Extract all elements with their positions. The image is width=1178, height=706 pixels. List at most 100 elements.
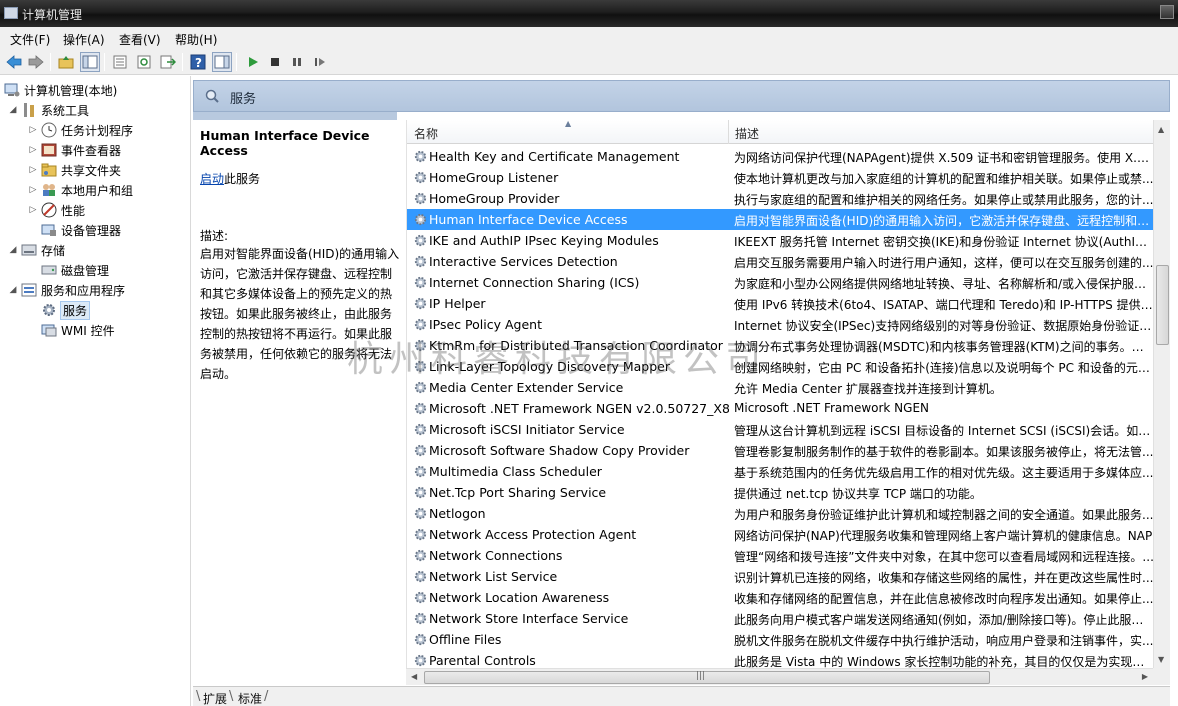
service-gear-icon	[413, 233, 428, 248]
service-description-cell: IKEEXT 服务托管 Internet 密钥交换(IKE)和身份验证 Inte…	[734, 235, 1154, 249]
table-row[interactable]: IP Helper 使用 IPv6 转换技术(6to4、ISATAP、端口代理和 …	[407, 293, 1154, 314]
collapsed-arrow-icon[interactable]: ▷	[28, 165, 38, 175]
help-icon[interactable]: ?	[188, 52, 208, 72]
service-gear-icon	[413, 380, 428, 395]
properties-icon[interactable]	[110, 52, 130, 72]
stop-service-icon[interactable]	[265, 52, 285, 72]
forward-icon[interactable]	[26, 52, 46, 72]
tab-extended[interactable]: 扩展	[203, 690, 227, 706]
tree-item-performance[interactable]: ▷ 性能	[28, 200, 85, 220]
table-row[interactable]: Human Interface Device Access 启用对智能界面设备(H…	[407, 209, 1154, 230]
expanded-arrow-icon[interactable]: ◢	[8, 105, 18, 115]
show-hide-action-pane-icon[interactable]	[212, 52, 232, 72]
service-description-cell: 为网络访问保护代理(NAPAgent)提供 X.509 证书和密钥管理服务。使用…	[734, 151, 1154, 165]
table-row[interactable]: Network Location Awareness 收集和存储网络的配置信息，并…	[407, 587, 1154, 608]
tree-item-shared-folders[interactable]: ▷ 共享文件夹	[28, 160, 121, 180]
table-row[interactable]: Net.Tcp Port Sharing Service 提供通过 net.tcp…	[407, 482, 1154, 503]
back-icon[interactable]	[4, 52, 24, 72]
window-control-icon[interactable]	[1160, 5, 1174, 19]
service-gear-icon	[413, 653, 428, 668]
table-row[interactable]: Media Center Extender Service 允许 Media Ce…	[407, 377, 1154, 398]
table-row[interactable]: Network Access Protection Agent 网络访问保护(NA…	[407, 524, 1154, 545]
menu-view[interactable]: 查看(V)	[119, 31, 161, 48]
service-name-cell: IPsec Policy Agent	[429, 317, 542, 332]
service-name-cell: KtmRm for Distributed Transaction Coordi…	[429, 338, 723, 353]
pause-service-icon[interactable]	[287, 52, 307, 72]
tree-item-disk-management[interactable]: 磁盘管理	[41, 260, 109, 280]
service-name-cell: Microsoft .NET Framework NGEN v2.0.50727…	[429, 401, 729, 416]
tree-item-system-tools[interactable]: ◢ 系统工具	[8, 100, 89, 120]
service-description-cell: 此服务向用户模式客户端发送网络通知(例如，添加/删除接口等)。停止此服务...	[734, 613, 1154, 627]
service-gear-icon	[413, 317, 428, 332]
horizontal-scrollbar[interactable]: ◀ ||| ▶	[406, 668, 1153, 685]
resume-service-icon[interactable]	[310, 52, 330, 72]
column-header-name[interactable]: 名称	[414, 125, 438, 142]
up-folder-icon[interactable]	[56, 52, 76, 72]
tree-item-local-users[interactable]: ▷ 本地用户和组	[28, 180, 133, 200]
scroll-down-icon[interactable]: ▼	[1158, 655, 1164, 664]
tree-item-root[interactable]: 计算机管理(本地)	[4, 80, 117, 100]
column-header-description[interactable]: 描述	[735, 125, 759, 142]
menu-action[interactable]: 操作(A)	[63, 31, 105, 48]
service-gear-icon	[413, 401, 428, 416]
show-hide-tree-icon[interactable]	[80, 52, 100, 72]
table-row[interactable]: Microsoft Software Shadow Copy Provider 管…	[407, 440, 1154, 461]
tree-item-services-and-apps[interactable]: ◢ 服务和应用程序	[8, 280, 125, 300]
table-row[interactable]: IKE and AuthIP IPsec Keying Modules IKEEX…	[407, 230, 1154, 251]
collapsed-arrow-icon[interactable]: ▷	[28, 185, 38, 195]
scroll-right-icon[interactable]: ▶	[1142, 672, 1148, 681]
expanded-arrow-icon[interactable]: ◢	[8, 245, 18, 255]
table-row[interactable]: Interactive Services Detection 启用交互服务需要用户…	[407, 251, 1154, 272]
service-gear-icon	[413, 632, 428, 647]
table-row[interactable]: Network Connections 管理“网络和拨号连接”文件夹中对象，在其中…	[407, 545, 1154, 566]
table-row[interactable]: Internet Connection Sharing (ICS) 为家庭和小型办…	[407, 272, 1154, 293]
start-service-icon[interactable]	[243, 52, 263, 72]
tree-item-storage[interactable]: ◢ 存储	[8, 240, 65, 260]
service-description-cell: 使本地计算机更改与加入家庭组的计算机的配置和维护相关联。如果停止或禁...	[734, 172, 1154, 186]
tree-item-task-scheduler[interactable]: ▷ 任务计划程序	[28, 120, 133, 140]
table-row[interactable]: HomeGroup Provider 执行与家庭组的配置和维护相关的网络任务。如果…	[407, 188, 1154, 209]
start-service-link[interactable]: 启动	[200, 172, 224, 186]
tree-item-wmi-control[interactable]: WMI 控件	[41, 320, 115, 340]
menu-file[interactable]: 文件(F)	[10, 31, 50, 48]
table-row[interactable]: Multimedia Class Scheduler 基于系统范围内的任务优先级启…	[407, 461, 1154, 482]
refresh-icon[interactable]	[134, 52, 154, 72]
collapsed-arrow-icon[interactable]: ▷	[28, 205, 38, 215]
tree-item-services[interactable]: 服务	[41, 300, 91, 320]
scroll-left-icon[interactable]: ◀	[411, 672, 417, 681]
computer-management-icon	[4, 7, 18, 19]
column-divider[interactable]	[728, 120, 729, 144]
tree-item-device-manager[interactable]: 设备管理器	[41, 220, 121, 240]
service-description-cell: 为家庭和小型办公网络提供网络地址转换、寻址、名称解析和/或入侵保护服务。	[734, 277, 1154, 291]
table-row[interactable]: Link-Layer Topology Discovery Mapper 创建网络…	[407, 356, 1154, 377]
vertical-scrollbar[interactable]: ▲ ▼	[1153, 120, 1170, 668]
expanded-arrow-icon[interactable]: ◢	[8, 285, 18, 295]
table-row[interactable]: HomeGroup Listener 使本地计算机更改与加入家庭组的计算机的配置和…	[407, 167, 1154, 188]
collapsed-arrow-icon[interactable]: ▷	[28, 125, 38, 135]
service-description-cell: 识别计算机已连接的网络，收集和存储这些网络的属性，并在更改这些属性时...	[734, 571, 1154, 585]
collapsed-arrow-icon[interactable]: ▷	[28, 145, 38, 155]
table-row[interactable]: Health Key and Certificate Management 为网络…	[407, 146, 1154, 167]
tab-standard[interactable]: 标准	[238, 690, 262, 706]
menu-help[interactable]: 帮助(H)	[175, 31, 217, 48]
table-row[interactable]: Network List Service 识别计算机已连接的网络，收集和存储这些网…	[407, 566, 1154, 587]
service-description-cell: 收集和存储网络的配置信息，并在此信息被修改时向程序发出通知。如果停止...	[734, 592, 1154, 606]
table-row[interactable]: Microsoft .NET Framework NGEN v2.0.50727…	[407, 398, 1154, 419]
service-name-cell: HomeGroup Listener	[429, 170, 559, 185]
table-row[interactable]: Microsoft iSCSI Initiator Service 管理从这台计算…	[407, 419, 1154, 440]
horizontal-scroll-thumb[interactable]	[424, 671, 990, 684]
service-gear-icon	[413, 590, 428, 605]
table-row[interactable]: IPsec Policy Agent Internet 协议安全(IPSec)支持…	[407, 314, 1154, 335]
table-row[interactable]: Network Store Interface Service 此服务向用户模式客…	[407, 608, 1154, 629]
vertical-scroll-thumb[interactable]	[1156, 265, 1169, 345]
table-row[interactable]: KtmRm for Distributed Transaction Coordi…	[407, 335, 1154, 356]
table-row[interactable]: Netlogon 为用户和服务身份验证维护此计算机和域控制器之间的安全通道。如果此…	[407, 503, 1154, 524]
service-description-cell: 启用对智能界面设备(HID)的通用输入访问，它激活并保存键盘、远程控制和其...	[734, 214, 1154, 228]
service-gear-icon	[413, 527, 428, 542]
scroll-up-icon[interactable]: ▲	[1158, 125, 1164, 134]
export-icon[interactable]	[158, 52, 178, 72]
service-description-cell: 使用 IPv6 转换技术(6to4、ISATAP、端口代理和 Teredo)和 …	[734, 298, 1154, 312]
tree-item-event-viewer[interactable]: ▷ 事件查看器	[28, 140, 121, 160]
header-band-extension	[193, 112, 397, 120]
table-row[interactable]: Offline Files 脱机文件服务在脱机文件缓存中执行维护活动，响应用户登录…	[407, 629, 1154, 650]
